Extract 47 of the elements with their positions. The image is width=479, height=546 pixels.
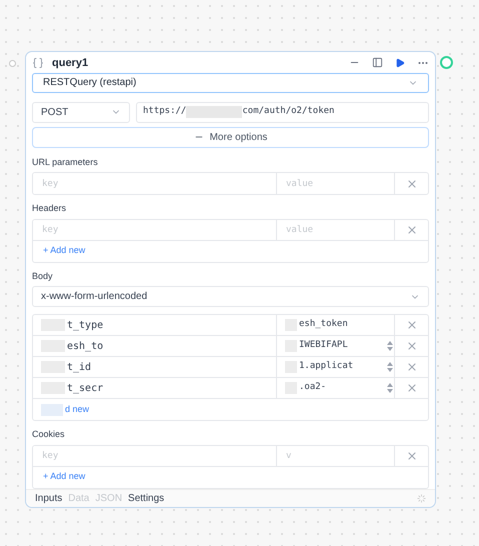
value-field[interactable]: v	[276, 446, 394, 467]
stepper-icon[interactable]	[386, 340, 394, 352]
remove-icon[interactable]	[406, 382, 418, 394]
method-select[interactable]: POST	[32, 102, 130, 123]
key-field[interactable]: key	[33, 446, 276, 467]
remove-icon[interactable]	[406, 178, 418, 190]
value-field[interactable]: value	[276, 220, 394, 241]
panel-icon[interactable]	[372, 57, 383, 68]
value-text: esh_token	[299, 318, 349, 332]
key-text: t_type	[67, 318, 104, 333]
remove-icon[interactable]	[406, 319, 418, 332]
add-new-link[interactable]: + Add new	[43, 470, 86, 484]
stepper-icon[interactable]	[386, 361, 394, 374]
key-text: t_id	[67, 360, 92, 375]
value-text: .oa2-	[299, 381, 328, 394]
remove-icon[interactable]	[406, 224, 418, 236]
key-value-table[interactable]: key value	[32, 172, 429, 196]
value-text: IWEBIFAPL	[299, 339, 349, 352]
more-options-button[interactable]: More options	[32, 126, 429, 148]
value-text: 1.applicat	[299, 360, 354, 374]
url-field[interactable]: https:// com/auth/o2/token	[136, 102, 429, 123]
redacted-block	[41, 404, 63, 416]
key-value-table[interactable]: key v + Add new	[32, 444, 429, 489]
stepper-icon[interactable]	[386, 382, 394, 394]
output-port[interactable]	[440, 56, 453, 69]
section-label: Body	[32, 270, 54, 283]
braces-icon	[32, 56, 44, 69]
key-text: esh_to	[67, 340, 104, 354]
add-new-link[interactable]: + Add new	[43, 244, 86, 258]
input-port[interactable]	[9, 60, 16, 67]
key-field[interactable]: key	[33, 220, 276, 241]
section-label: Headers	[32, 202, 68, 216]
key-text: t_secr	[67, 382, 104, 396]
add-new-link[interactable]: d new	[65, 402, 90, 416]
remove-icon[interactable]	[406, 340, 418, 352]
remove-icon[interactable]	[406, 361, 418, 374]
key-value-table[interactable]: key value + Add new	[32, 218, 429, 263]
footer-tab[interactable]: Inputs	[35, 490, 62, 506]
spinner-icon	[417, 494, 426, 503]
resource-select[interactable]: RESTQuery (restapi)	[32, 72, 429, 93]
run-icon[interactable]	[395, 58, 405, 68]
footer-tab[interactable]: Settings	[128, 490, 164, 506]
body-type-select[interactable]: x-www-form-urlencoded	[32, 286, 429, 308]
section-label: Cookies	[32, 428, 66, 442]
remove-icon[interactable]	[406, 450, 418, 462]
query-title: query1	[52, 56, 88, 71]
section-label: URL parameters	[32, 156, 99, 169]
